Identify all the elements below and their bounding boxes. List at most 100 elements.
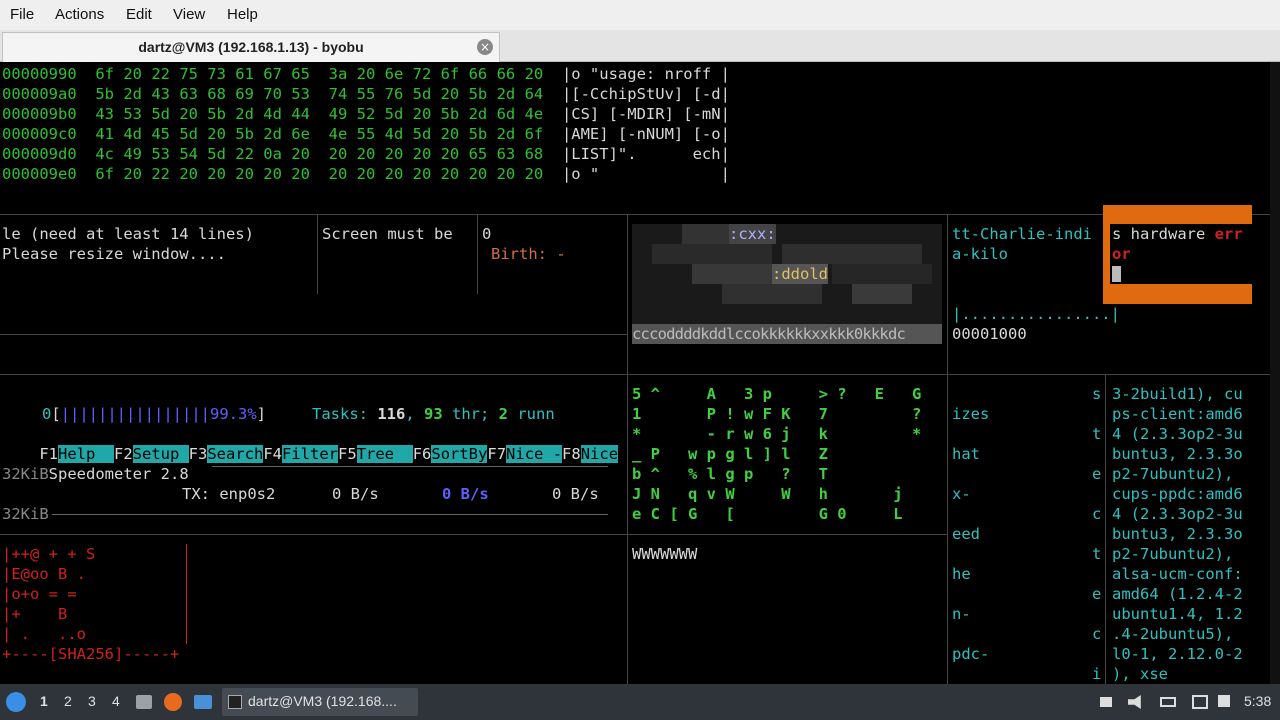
- f3-key[interactable]: F3: [189, 445, 208, 463]
- ascii-dots: |................|: [952, 305, 1120, 323]
- randomart-line: |++@ + + S: [2, 545, 96, 563]
- art-label: :cxx:: [729, 224, 776, 244]
- menu-help[interactable]: Help: [227, 6, 258, 23]
- cpu-meter: 0[||||||||||||||||99.3%]: [42, 405, 266, 423]
- hex-bytes: 5b 2d 43 63 68 69 70 53 74 55 76 5d 20 5…: [95, 85, 544, 103]
- nice-minus-button[interactable]: Nice -: [506, 445, 563, 463]
- filter-button[interactable]: Filter: [282, 445, 339, 463]
- desktop-icon[interactable]: [194, 695, 212, 709]
- pane-divider: [627, 214, 628, 684]
- pane-divider: [477, 214, 478, 294]
- randomart-line: +----[SHA256]-----+: [2, 645, 180, 663]
- cursor: [1112, 266, 1121, 282]
- start-menu-icon[interactable]: [6, 692, 26, 712]
- firefox-icon[interactable]: [164, 693, 182, 711]
- matrix-row: 5 ^ A 3 p > ? E G: [632, 385, 922, 403]
- column-letter: e: [1092, 585, 1102, 603]
- taskbar-window-button[interactable]: dartz@VM3 (192.168....: [222, 688, 418, 716]
- workspace-4[interactable]: 4: [112, 693, 120, 709]
- column-letter: t: [1092, 545, 1102, 563]
- column-letter: t: [1092, 425, 1102, 443]
- resize-message: Please resize window....: [2, 245, 226, 263]
- pane-divider: [0, 374, 1270, 375]
- hostname-text: tt-Charlie-indi: [952, 225, 1092, 243]
- column-text: izes: [952, 405, 990, 423]
- terminal-tab[interactable]: dartz@VM3 (192.168.1.13) - byobu ×: [2, 32, 500, 62]
- f5-key[interactable]: F5: [338, 445, 357, 463]
- clipboard-icon[interactable]: [1218, 695, 1230, 707]
- workspace-1[interactable]: 1: [40, 693, 48, 709]
- column-text: hat: [952, 445, 980, 463]
- wwww-text: WWWWWWW: [632, 545, 698, 563]
- hex-address: 000009e0: [2, 165, 77, 183]
- f7-key[interactable]: F7: [487, 445, 506, 463]
- pane-divider: [0, 214, 1270, 215]
- column-text: eed: [952, 525, 980, 543]
- randomart-border: [186, 544, 187, 644]
- taskbar: 1 2 3 4 dartz@VM3 (192.168.... 5:38: [0, 684, 1280, 720]
- column-letter: c: [1092, 625, 1102, 643]
- f6-key[interactable]: F6: [413, 445, 432, 463]
- f4-key[interactable]: F4: [263, 445, 282, 463]
- hex-address: 000009d0: [2, 145, 77, 163]
- close-icon[interactable]: ×: [477, 39, 493, 55]
- column-text: pdc-: [952, 645, 990, 663]
- error-text: s hardware err: [1112, 225, 1243, 243]
- hex-address: 000009b0: [2, 105, 77, 123]
- tx-rate: 0 B/s: [552, 485, 599, 503]
- matrix-row: _ P w p g l ] l Z: [632, 445, 828, 463]
- menu-file[interactable]: File: [10, 6, 34, 23]
- network-icon[interactable]: [1100, 697, 1112, 707]
- speed-graph-line: [52, 514, 608, 515]
- tree-button[interactable]: Tree: [356, 445, 413, 463]
- menu-actions[interactable]: Actions: [55, 6, 104, 23]
- column-letter: c: [1092, 505, 1102, 523]
- hex-address: 000009c0: [2, 125, 77, 143]
- randomart-line: |E@oo B .: [2, 565, 86, 583]
- sortby-button[interactable]: SortBy: [431, 445, 488, 463]
- hex-bytes: 6f 20 22 20 20 20 20 20 20 20 20 20 20 2…: [95, 165, 544, 183]
- tx-interface: TX: enp0s2: [182, 485, 276, 503]
- search-button[interactable]: Search: [207, 445, 264, 463]
- matrix-row: J N q v W W h j: [632, 485, 903, 503]
- volume-icon[interactable]: [1128, 695, 1141, 709]
- menu-bar: File Actions Edit View Help: [0, 0, 1280, 30]
- pane-divider: [1105, 374, 1106, 684]
- speed-graph-line: [212, 466, 608, 467]
- monitor-icon[interactable]: [1192, 695, 1208, 709]
- column-text: n-: [952, 605, 971, 623]
- menu-view[interactable]: View: [173, 6, 205, 23]
- pane-divider: [317, 214, 318, 294]
- setup-button[interactable]: Setup: [132, 445, 189, 463]
- hex-bytes: 6f 20 22 75 73 61 67 65 3a 20 6e 72 6f 6…: [95, 65, 544, 83]
- tab-bar: dartz@VM3 (192.168.1.13) - byobu ×: [0, 30, 1280, 62]
- window-button-label: dartz@VM3 (192.168....: [248, 693, 397, 709]
- display-icon[interactable]: [1160, 697, 1176, 707]
- f1-key[interactable]: F1: [39, 445, 58, 463]
- matrix-row: * - r w 6 j k *: [632, 425, 922, 443]
- f8-key[interactable]: F8: [562, 445, 581, 463]
- terminal-view[interactable]: 00000990 6f 20 22 75 73 61 67 65 3a 20 6…: [0, 62, 1280, 684]
- help-button[interactable]: Help: [58, 445, 114, 463]
- f2-key[interactable]: F2: [114, 445, 133, 463]
- column-text: x-: [952, 485, 971, 503]
- clock[interactable]: 5:38: [1244, 693, 1271, 709]
- stat-value: 0: [482, 225, 492, 243]
- file-manager-icon[interactable]: [136, 695, 152, 709]
- terminal-icon: [228, 695, 242, 709]
- matrix-row: 1 P ! w F K 7 ?: [632, 405, 922, 423]
- menu-edit[interactable]: Edit: [126, 6, 152, 23]
- speedometer-scale: 32KiB: [2, 505, 49, 523]
- workspace-2[interactable]: 2: [64, 693, 72, 709]
- art-footer: cccoddddkddlccokkkkkkxxkkk0kkkdc: [632, 325, 906, 343]
- nice-plus-button[interactable]: Nice: [580, 445, 619, 463]
- terminal-scrollbar[interactable]: [1270, 62, 1280, 684]
- randomart-line: | . ..o: [2, 625, 86, 643]
- hex-address: 00000990: [2, 65, 77, 83]
- workspace-3[interactable]: 3: [88, 693, 96, 709]
- hex-ascii: |CS] [-MDIR] [-mN|: [561, 105, 730, 123]
- column-letter: i: [1092, 665, 1102, 683]
- tab-title: dartz@VM3 (192.168.1.13) - byobu: [138, 39, 364, 55]
- offset-value: 00001000: [952, 325, 1027, 343]
- hex-bytes: 41 4d 45 5d 20 5b 2d 6e 4e 55 4d 5d 20 5…: [95, 125, 544, 143]
